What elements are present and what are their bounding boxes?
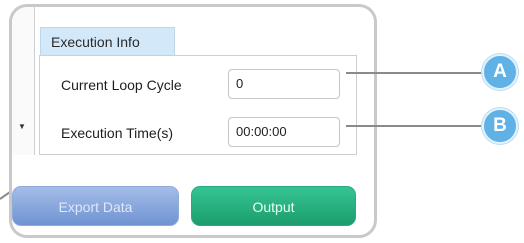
export-data-button[interactable]: Export Data xyxy=(12,186,179,226)
callout-a-badge: A xyxy=(482,54,518,90)
callout-b-badge: B xyxy=(482,108,518,144)
collapse-strip[interactable]: ▼ xyxy=(12,7,35,155)
tab-execution-info[interactable]: Execution Info xyxy=(40,27,175,55)
execution-time-field[interactable]: 00:00:00 xyxy=(228,117,340,147)
leader-line-a xyxy=(346,72,484,74)
execution-time-label: Execution Time(s) xyxy=(61,125,174,141)
output-button[interactable]: Output xyxy=(191,186,356,226)
current-loop-cycle-field[interactable]: 0 xyxy=(228,69,340,99)
leader-line-b xyxy=(346,125,484,127)
down-triangle-icon[interactable]: ▼ xyxy=(18,123,26,131)
current-loop-cycle-label: Current Loop Cycle xyxy=(61,77,182,93)
